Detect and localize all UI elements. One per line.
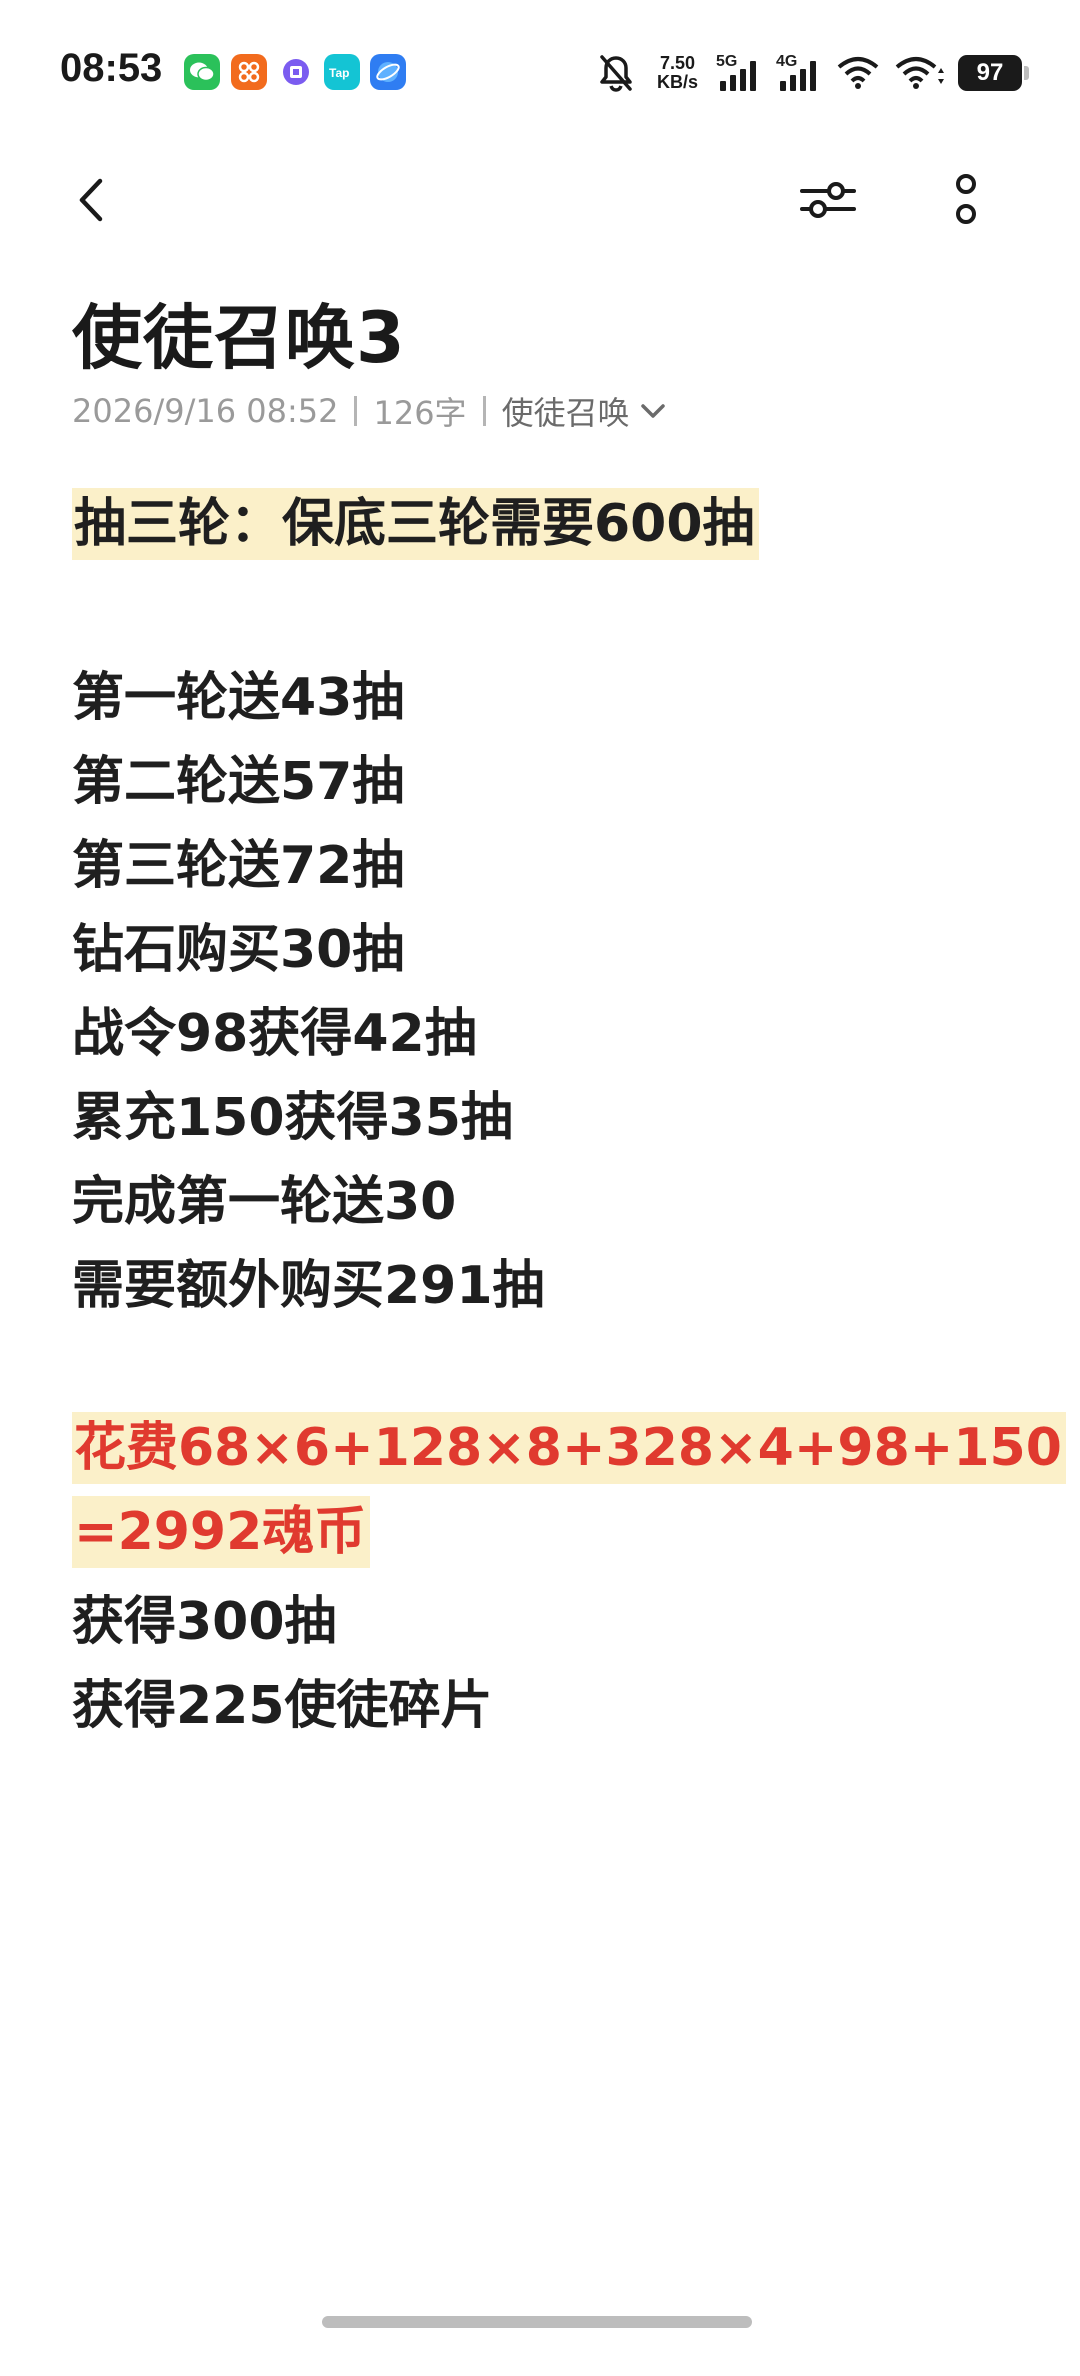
note-body[interactable]: 抽三轮：保底三轮需要600抽 第一轮送43抽 第二轮送57抽 第三轮送72抽 钻…	[72, 482, 1066, 1742]
meta-divider	[354, 396, 358, 426]
status-time: 08:53	[60, 46, 163, 90]
meta-divider	[482, 396, 486, 426]
home-indicator[interactable]	[322, 2316, 752, 2328]
status-indicators: 7.50 KB/s 5G 4G 97	[597, 50, 1029, 96]
note-line: 花费68×6+128×8+328×4+98+150	[72, 1406, 1066, 1490]
wechat-icon	[184, 54, 220, 90]
note-line: 第一轮送43抽	[72, 667, 405, 728]
highlighted-red-text: =2992魂币	[72, 1496, 371, 1568]
wifi-icon	[894, 55, 944, 91]
hotspot-wifi-icon	[836, 55, 880, 91]
note-line: 钻石购买30抽	[72, 919, 405, 980]
battery-indicator: 97	[958, 55, 1029, 91]
folder-selector[interactable]: 使徒召唤	[502, 388, 666, 434]
note-meta: 2026/9/16 08:52 126字 使徒召唤	[72, 388, 666, 434]
note-line: =2992魂币	[72, 1490, 1012, 1574]
note-toolbar	[0, 150, 1080, 250]
more-options-button[interactable]	[916, 150, 1016, 250]
note-title[interactable]: 使徒召唤3	[72, 282, 406, 383]
back-button[interactable]	[42, 150, 142, 250]
network-speed-unit: KB/s	[656, 72, 698, 92]
back-icon	[72, 175, 112, 225]
word-count: 126字	[373, 394, 467, 432]
highlighted-text: 抽三轮：保底三轮需要600抽	[72, 488, 759, 560]
mute-bell-icon	[597, 53, 635, 93]
sim1-signal-icon: 5G	[716, 53, 762, 93]
chevron-down-icon	[640, 402, 666, 420]
note-line: 抽三轮：保底三轮需要600抽	[72, 482, 1012, 566]
note-line: 战令98获得42抽	[72, 1003, 477, 1064]
sim2-label: 4G	[776, 53, 798, 70]
more-icon	[951, 170, 981, 230]
browser-icon	[370, 54, 406, 90]
taobao-style-app-icon	[231, 54, 267, 90]
folder-name: 使徒召唤	[501, 394, 630, 432]
note-line: 累充150获得35抽	[72, 1087, 513, 1148]
highlighted-red-text: 花费68×6+128×8+328×4+98+150	[72, 1412, 1066, 1484]
network-speed-value: 7.50	[659, 53, 696, 73]
adjust-icon	[798, 175, 858, 225]
status-bar: 08:53 Tap 7.50 KB/s 5G 4G 97	[0, 0, 1080, 140]
sim1-label: 5G	[716, 53, 738, 70]
note-screen: 08:53 Tap 7.50 KB/s 5G 4G 97 使徒召唤3 2026/…	[0, 0, 1080, 2376]
note-line: 获得300抽	[72, 1591, 337, 1652]
svg-text:Tap: Tap	[329, 66, 349, 80]
note-line: 完成第一轮送30	[72, 1171, 457, 1232]
note-line: 需要额外购买291抽	[72, 1255, 545, 1316]
sim2-signal-icon: 4G	[776, 53, 822, 93]
note-date: 2026/9/16 08:52	[72, 392, 339, 430]
note-line: 获得225使徒碎片	[72, 1675, 493, 1736]
tieba-icon	[278, 54, 314, 90]
note-line: 第二轮送57抽	[72, 751, 405, 812]
note-line: 第三轮送72抽	[72, 835, 405, 896]
network-speed: 7.50 KB/s	[657, 54, 698, 92]
style-settings-button[interactable]	[778, 150, 878, 250]
taptap-icon: Tap	[324, 54, 360, 90]
